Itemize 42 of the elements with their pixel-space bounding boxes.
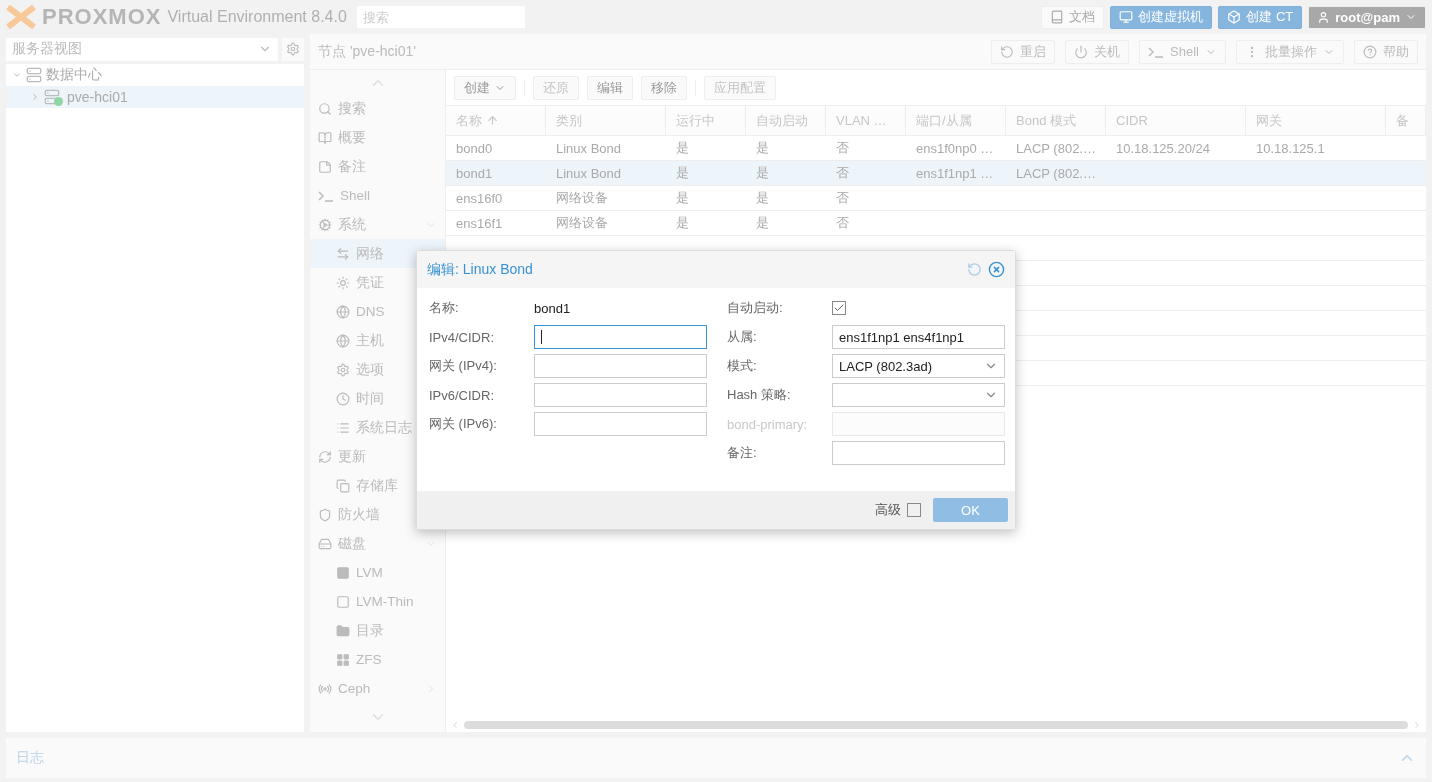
node-title: 节点 'pve-hci01' (318, 42, 416, 61)
table-cell-text: ens16f0 (455, 189, 504, 208)
table-cell-text: ens16f1 (455, 214, 504, 233)
table-cell-text: bond0 (455, 139, 494, 158)
field-label: 高级 (875, 501, 901, 519)
table-cell-text: bond1 (455, 164, 494, 183)
field-label: 名称: (429, 299, 460, 317)
table-cell-text: 是 (675, 189, 690, 207)
log-title: 日志 (16, 749, 44, 767)
table-cell-text: 否 (835, 164, 850, 182)
field-label: 自动启动: (727, 299, 784, 317)
logo: PROXMOX (42, 4, 162, 30)
field-label: 备注: (727, 444, 758, 462)
field-label: 从属: (727, 328, 758, 346)
field-label: IPv6/CIDR: (429, 387, 495, 403)
product-name: Virtual Environment 8.4.0 (167, 8, 347, 26)
table-cell-text: 是 (755, 164, 770, 182)
table-cell-text: 否 (835, 189, 850, 207)
table-cell-text: ens1f0np0 … (915, 139, 995, 158)
table-cell-text: LACP (802.… (1015, 139, 1097, 158)
table-cell-text: Linux Bond (555, 164, 623, 183)
table-cell-text: 网络设备 (555, 214, 609, 232)
table-cell-text: 网络设备 (555, 189, 609, 207)
table-cell-text: 否 (835, 139, 850, 157)
table-cell-text: 是 (675, 139, 690, 157)
table-cell-text: 是 (755, 214, 770, 232)
table-cell-text: Linux Bond (555, 139, 623, 158)
table-cell-text: 是 (755, 139, 770, 157)
table-cell-text: 是 (675, 214, 690, 232)
field-label: IPv4/CIDR: (429, 329, 495, 345)
table-cell-text: 10.18.125.20/24 (1115, 139, 1211, 158)
field-value: bond1 (534, 300, 571, 316)
table-cell-text: LACP (802.… (1015, 164, 1097, 183)
table-cell-text: 10.18.125.1 (1255, 139, 1326, 158)
table-cell-text: ens1f1np1 … (915, 164, 995, 183)
field-label: 网关 (IPv6): (429, 415, 498, 433)
table-cell-text: 否 (835, 214, 850, 232)
table-cell-text: 是 (755, 189, 770, 207)
field-label: 模式: (727, 357, 758, 375)
field-label: 网关 (IPv4): (429, 357, 498, 375)
table-cell-text: 是 (675, 164, 690, 182)
field-label: Hash 策略: (727, 386, 792, 404)
